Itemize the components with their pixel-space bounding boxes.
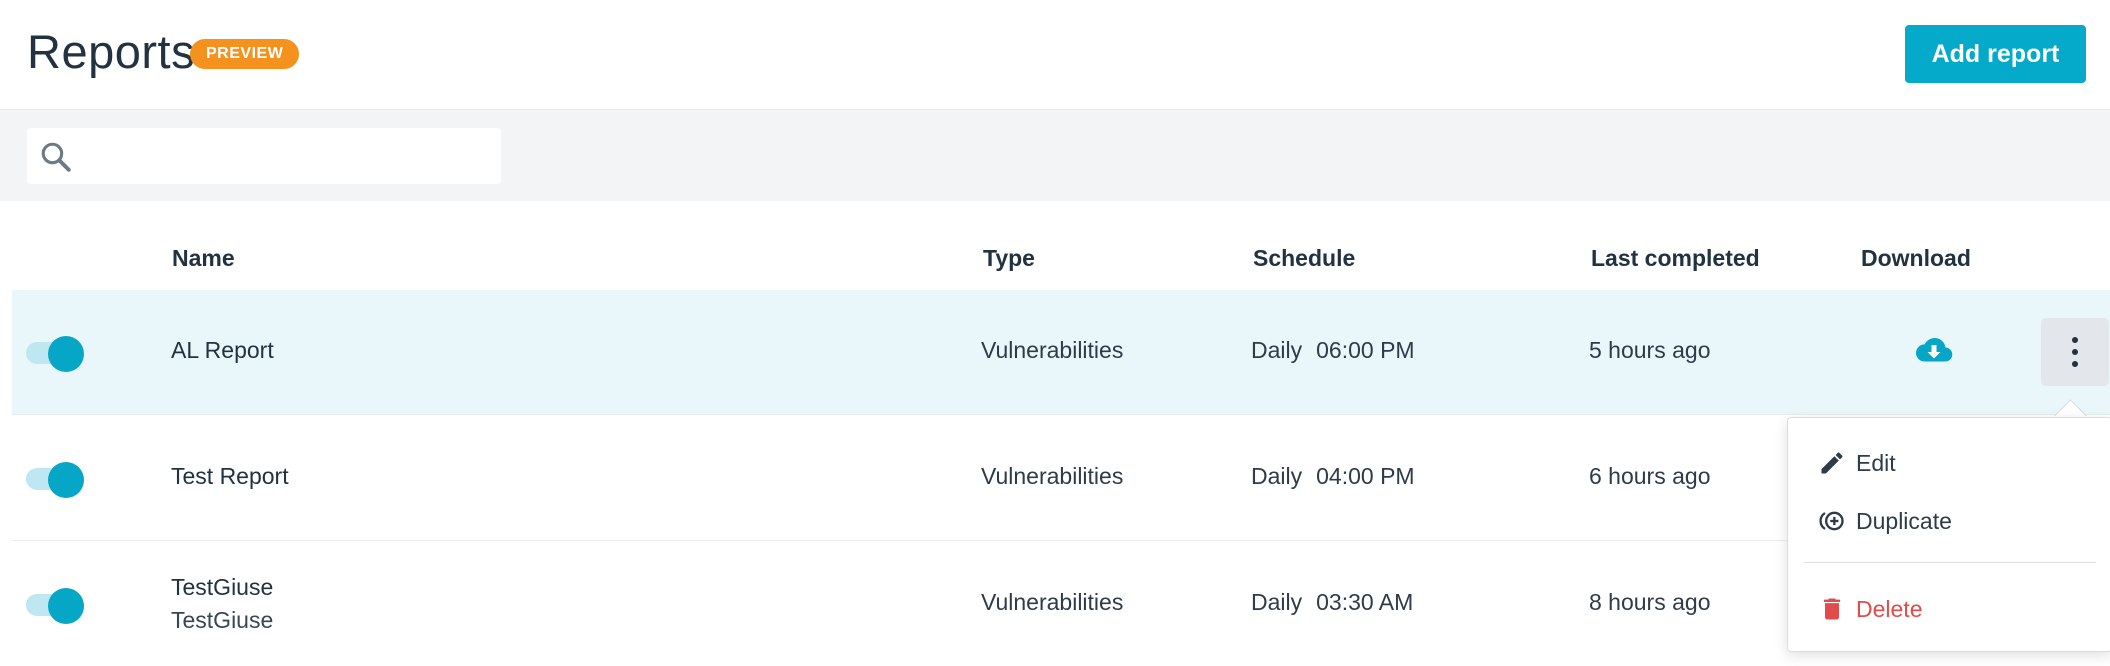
schedule-frequency: Daily (1251, 589, 1303, 615)
search-box[interactable] (27, 128, 501, 186)
menu-item-delete[interactable]: Delete (1818, 589, 1922, 629)
row-actions-button[interactable] (2041, 318, 2109, 386)
search-input[interactable] (87, 128, 491, 186)
report-last-completed: 6 hours ago (1589, 463, 1711, 489)
report-last-completed: 8 hours ago (1589, 589, 1711, 615)
report-enabled-toggle[interactable] (26, 462, 84, 498)
report-subtitle: TestGiuse (171, 607, 274, 633)
trash-icon (1823, 598, 1841, 620)
report-enabled-toggle[interactable] (26, 336, 84, 372)
report-type: Vulnerabilities (981, 463, 1124, 489)
menu-item-label: Edit (1856, 449, 1896, 476)
report-schedule: Daily 03:30 AM (1251, 589, 1413, 616)
search-icon (41, 142, 71, 172)
column-header-download: Download (1861, 245, 1971, 271)
menu-item-label: Duplicate (1856, 507, 1952, 534)
report-name[interactable]: AL Report (171, 337, 274, 364)
report-schedule: Daily 06:00 PM (1251, 337, 1415, 364)
schedule-time: 06:00 PM (1316, 337, 1415, 363)
report-schedule: Daily 04:00 PM (1251, 463, 1415, 490)
duplicate-icon (1819, 511, 1844, 531)
column-header-last-completed[interactable]: Last completed (1591, 245, 1760, 272)
cloud-download-icon[interactable] (1915, 336, 1953, 366)
column-header-schedule[interactable]: Schedule (1253, 245, 1355, 272)
column-header-name[interactable]: Name (172, 245, 235, 272)
report-type: Vulnerabilities (981, 337, 1124, 363)
menu-divider (1804, 562, 2096, 563)
report-name[interactable]: TestGiuse (171, 574, 273, 601)
column-header-type[interactable]: Type (983, 245, 1035, 272)
schedule-time: 04:00 PM (1316, 463, 1415, 489)
report-enabled-toggle[interactable] (26, 588, 84, 624)
add-report-button[interactable]: Add report (1905, 25, 2086, 83)
schedule-frequency: Daily (1251, 337, 1303, 363)
report-type: Vulnerabilities (981, 589, 1124, 615)
report-name[interactable]: Test Report (171, 463, 289, 490)
page-header: Reports PREVIEW Add report (0, 0, 2110, 110)
pencil-icon (1821, 452, 1843, 474)
report-last-completed: 5 hours ago (1589, 337, 1711, 363)
schedule-frequency: Daily (1251, 463, 1303, 489)
menu-item-duplicate[interactable]: Duplicate (1818, 501, 1952, 541)
menu-item-edit[interactable]: Edit (1818, 443, 1896, 483)
schedule-time: 03:30 AM (1316, 589, 1414, 615)
preview-badge: PREVIEW (190, 39, 300, 69)
page-title: Reports (27, 25, 196, 78)
table-row[interactable]: AL Report Vulnerabilities Daily 06:00 PM … (12, 290, 2110, 415)
row-actions-menu: Edit Duplicate Delete (1787, 417, 2110, 652)
filter-bar (0, 110, 2110, 201)
menu-item-label: Delete (1856, 595, 1923, 622)
